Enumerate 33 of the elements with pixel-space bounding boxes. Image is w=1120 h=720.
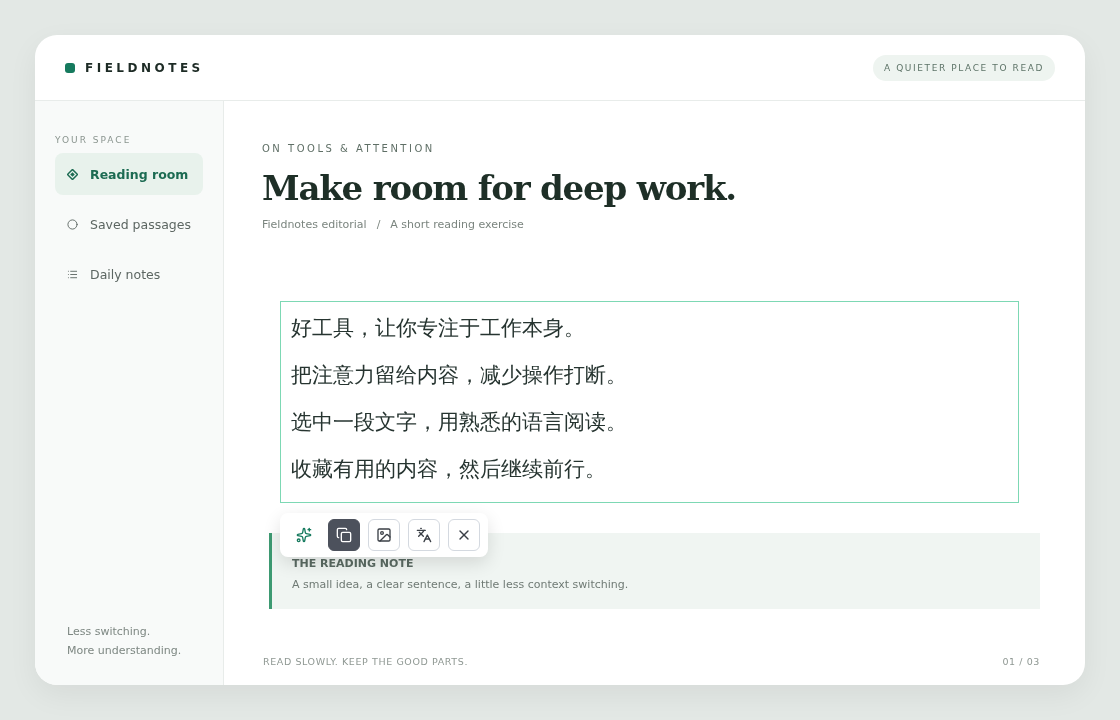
sparkle-icon xyxy=(296,527,312,543)
byline-text: Fieldnotes editorial xyxy=(262,218,367,231)
sidebar-item[interactable]: Reading room xyxy=(55,153,203,195)
article-title: Make room for deep work. xyxy=(262,168,737,208)
passage-line: 把注意力留给内容，减少操作打断。 xyxy=(291,362,628,389)
note-heading: THE READING NOTE xyxy=(292,557,415,570)
translate-button[interactable] xyxy=(408,519,440,551)
copy-icon xyxy=(336,527,352,543)
sidebar-item[interactable]: Daily notes xyxy=(55,253,203,295)
tagline-pill: A QUIETER PLACE TO READ xyxy=(872,54,1055,81)
close-button[interactable] xyxy=(448,519,480,551)
passage-line: 收藏有用的内容，然后继续前行。 xyxy=(291,456,607,483)
translate-icon xyxy=(416,527,432,543)
passage-line: 好工具，让你专注于工作本身。 xyxy=(291,315,586,342)
footer-motto: READ SLOWLY. KEEP THE GOOD PARTS. xyxy=(263,656,469,667)
sidebar-heading: YOUR SPACE xyxy=(55,135,133,145)
sidebar-footnote: Less switching. xyxy=(67,625,152,638)
circle-icon xyxy=(67,218,78,230)
page-counter: 01 / 03 xyxy=(1002,656,1040,667)
copy-button[interactable] xyxy=(328,519,360,551)
note-body: A small idea, a clear sentence, a little less context switching. xyxy=(292,578,630,591)
image-button[interactable] xyxy=(368,519,400,551)
image-icon xyxy=(376,527,392,543)
list-icon xyxy=(67,268,78,280)
diamond-icon xyxy=(67,168,78,180)
byline-text: A short reading exercise xyxy=(390,218,524,231)
passage-line: 选中一段文字，用熟悉的语言阅读。 xyxy=(291,409,628,436)
byline-text: / xyxy=(376,218,381,231)
eyebrow-label: ON TOOLS & ATTENTION xyxy=(262,143,436,154)
sidebar-item[interactable]: Saved passages xyxy=(55,203,203,245)
sidebar-footnote: More understanding. xyxy=(67,644,183,657)
brand-name: FIELDNOTES xyxy=(85,60,204,75)
logo-icon xyxy=(65,62,75,73)
